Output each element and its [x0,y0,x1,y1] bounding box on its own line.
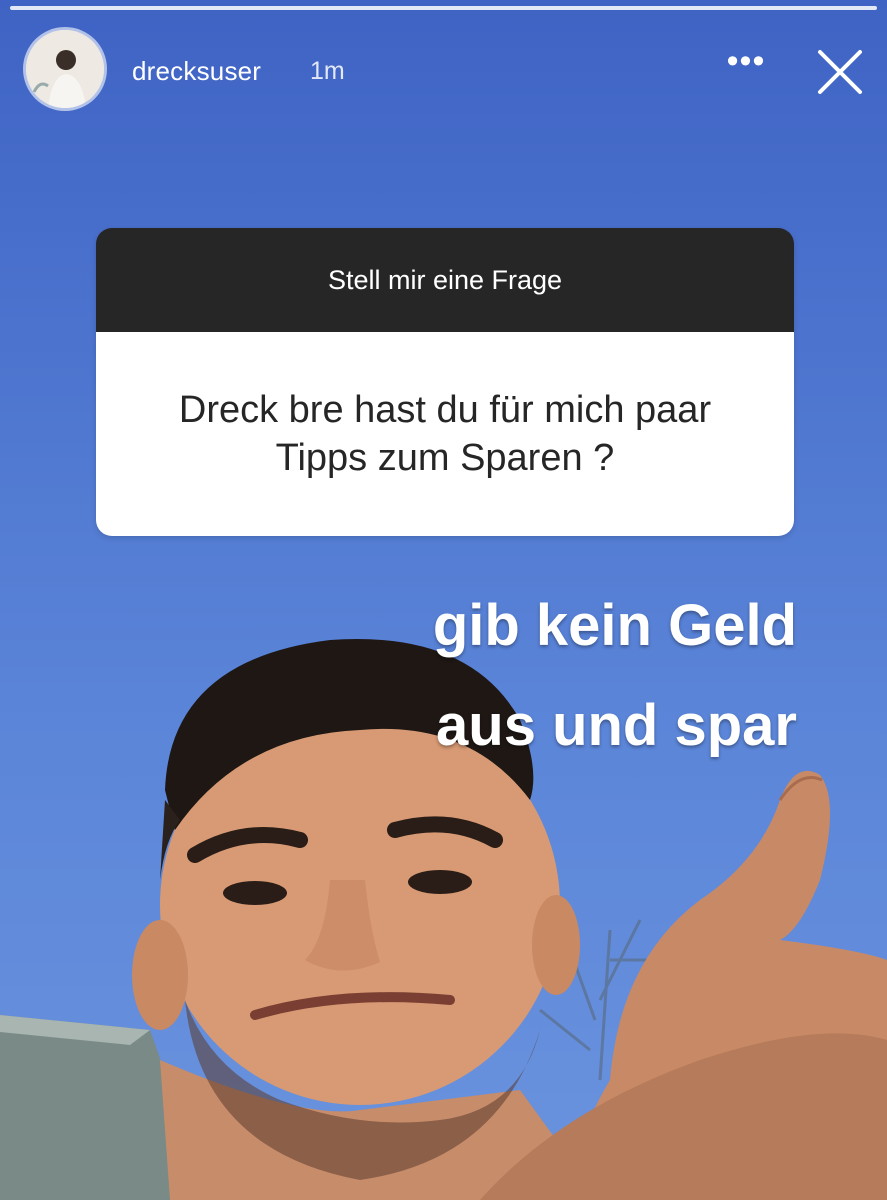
post-time: 1m [310,57,345,85]
close-icon [818,50,862,94]
story-progress-bar [10,6,877,10]
more-horizontal-icon: ••• [726,42,766,80]
progress-segment [10,6,877,10]
avatar-image [26,30,104,108]
more-options-button[interactable]: ••• [724,44,768,86]
question-sticker[interactable]: Stell mir eine Frage Dreck bre hast du f… [96,228,794,536]
close-button[interactable] [812,44,868,100]
username-link[interactable]: drecksuser [132,56,261,87]
question-sticker-title: Stell mir eine Frage [96,228,794,332]
story-header: drecksuser 1m ••• [0,26,887,110]
question-sticker-question: Dreck bre hast du für mich paar Tipps zu… [96,332,794,536]
answer-text: gib kein Geld aus und spar [432,593,797,758]
avatar[interactable] [26,30,104,108]
